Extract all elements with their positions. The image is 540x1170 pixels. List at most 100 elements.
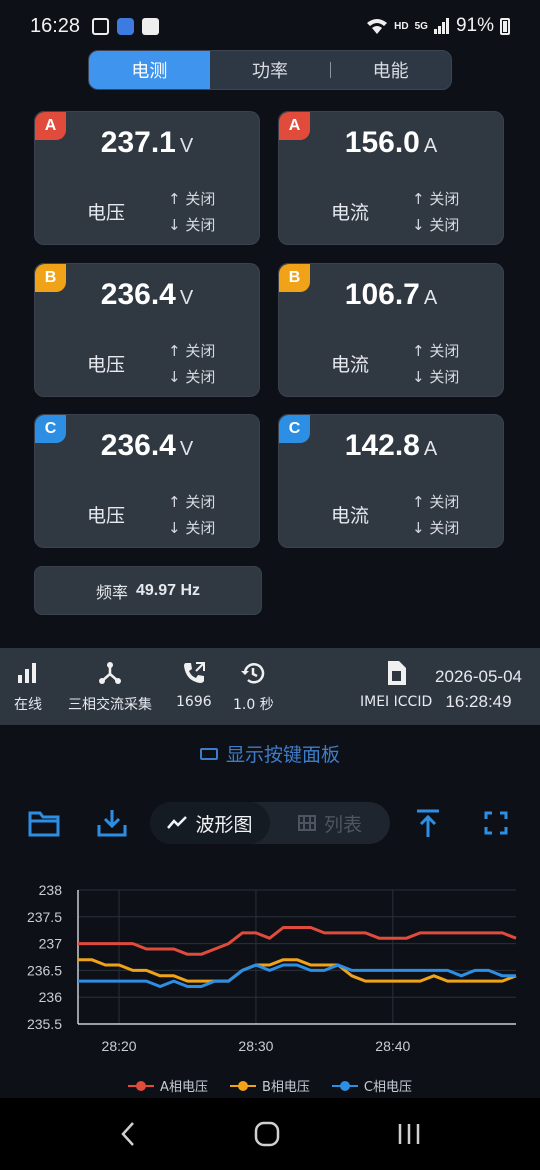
card-a-voltage[interactable]: A 237.1 V 电压 ↑ 关闭 ↓ 关闭: [34, 111, 260, 245]
card-b-voltage[interactable]: B 236.4 V 电压 ↑ 关闭 ↓ 关闭: [34, 263, 260, 397]
fullscreen-icon[interactable]: [480, 808, 512, 838]
reading-label: 电压: [87, 354, 126, 376]
voltage-line-chart[interactable]: 238 237.5 237 236.5 236 235.5 28:20 28:30 28:40: [0, 872, 540, 1062]
frequency-value: 49.97 Hz: [135, 581, 201, 599]
waveform-view-label: 波形图: [195, 813, 253, 836]
list-view-label: 列表: [323, 813, 362, 836]
reading-label: 电压: [87, 505, 126, 527]
reading-value: 156.0: [344, 126, 420, 159]
home-icon[interactable]: [253, 1120, 281, 1148]
y-tick-label: 238: [39, 882, 63, 898]
acquisition-mode[interactable]: 三相交流采集: [68, 660, 152, 714]
upper-alarm: ↑ 关闭: [412, 342, 460, 360]
reading: 237.1 V: [35, 126, 259, 160]
reading: 156.0 A: [279, 126, 503, 160]
y-tick-label: 237: [39, 936, 63, 952]
show-keypad-label: 显示按键面板: [225, 744, 340, 766]
waveform-view-button[interactable]: 波形图: [150, 802, 270, 844]
series-line-a: [78, 926, 517, 956]
signal-icon: [433, 18, 449, 34]
upper-alarm: ↑ 关闭: [168, 493, 216, 511]
reading-value: 236.4: [100, 429, 176, 462]
grid-icon: [297, 815, 316, 831]
three-phase-icon: [99, 662, 121, 684]
app-notification-icon: [117, 17, 135, 35]
upper-alarm: ↑ 关闭: [412, 493, 460, 511]
status-time: 16:28: [30, 14, 81, 37]
legend-item-a[interactable]: A相电压: [128, 1076, 208, 1095]
tab-power[interactable]: 功率: [210, 51, 331, 89]
tab-energy[interactable]: 电能: [330, 51, 451, 89]
y-tick-label: 236.5: [27, 962, 62, 978]
view-toggle: 波形图 列表: [150, 802, 390, 844]
reading-unit: A: [423, 438, 438, 460]
reading-label: 电压: [87, 202, 126, 224]
card-a-current[interactable]: A 156.0 A 电流 ↑ 关闭 ↓ 关闭: [278, 111, 504, 245]
reading: 236.4 V: [35, 278, 259, 312]
lower-alarm: ↓ 关闭: [168, 216, 216, 234]
y-tick-label: 237.5: [27, 909, 62, 925]
upper-alarm: ↑ 关闭: [168, 190, 216, 208]
legend-label: C相电压: [363, 1080, 412, 1095]
x-tick-label: 28:20: [102, 1038, 137, 1054]
reading-unit: V: [179, 287, 194, 309]
legend-marker: [128, 1080, 155, 1091]
signal-bars-icon: [18, 663, 36, 683]
lower-alarm: ↓ 关闭: [412, 216, 460, 234]
legend-marker: [229, 1080, 256, 1091]
legend-label: A相电压: [160, 1080, 208, 1095]
reading-unit: A: [423, 135, 438, 157]
card-c-current[interactable]: C 142.8 A 电流 ↑ 关闭 ↓ 关闭: [278, 414, 504, 548]
show-keypad-link[interactable]: 显示按键面板: [0, 740, 540, 767]
folder-icon[interactable]: [28, 808, 60, 838]
waveform-icon: [167, 816, 188, 829]
network-type: HD: [394, 20, 409, 32]
frequency-card[interactable]: 频率 49.97 Hz: [34, 566, 262, 615]
battery-percent: 91%: [455, 15, 494, 36]
system-nav-bar: [0, 1098, 540, 1170]
sample-interval[interactable]: 1.0 秒: [233, 660, 274, 714]
device-datetime: 2026-05-04 16:28:49: [435, 664, 522, 714]
sample-count[interactable]: 1696: [176, 660, 212, 710]
back-icon[interactable]: [118, 1120, 138, 1148]
card-b-current[interactable]: B 106.7 A 电流 ↑ 关闭 ↓ 关闭: [278, 263, 504, 397]
count-value: 1696: [176, 694, 212, 710]
upload-icon[interactable]: [412, 808, 444, 838]
lower-alarm: ↓ 关闭: [412, 519, 460, 537]
frequency-label: 频率: [95, 582, 128, 602]
imei-label: IMEI ICCID: [360, 694, 433, 710]
chart-legend: A相电压 B相电压 C相电压: [0, 1076, 540, 1095]
legend-item-c[interactable]: C相电压: [331, 1076, 412, 1095]
x-tick-label: 28:30: [238, 1038, 273, 1054]
download-icon[interactable]: [96, 808, 128, 838]
card-c-voltage[interactable]: C 236.4 V 电压 ↑ 关闭 ↓ 关闭: [34, 414, 260, 548]
reading-value: 237.1: [100, 126, 176, 159]
lower-alarm: ↓ 关闭: [168, 368, 216, 386]
status-bar: 16:28 HD 5G 91%: [0, 0, 540, 52]
upper-alarm: ↑ 关闭: [412, 190, 460, 208]
reading: 142.8 A: [279, 429, 503, 463]
reading-label: 电流: [331, 202, 370, 224]
sim-card-icon: [388, 661, 407, 685]
upper-alarm: ↑ 关闭: [168, 342, 216, 360]
reading: 236.4 V: [35, 429, 259, 463]
list-view-button[interactable]: 列表: [270, 810, 390, 837]
reading-label: 电流: [331, 505, 370, 527]
y-tick-label: 236: [39, 989, 63, 1005]
keyboard-icon: [199, 748, 218, 760]
reading-unit: V: [179, 438, 194, 460]
status-right: HD 5G 91%: [366, 15, 510, 37]
device-info-bar: 在线 三相交流采集 1696 1.0 秒 IMEI ICCID 2026-05-…: [0, 648, 540, 725]
reading-unit: V: [179, 135, 194, 157]
interval-value: 1.0 秒: [233, 697, 274, 713]
tab-electric-measure[interactable]: 电测: [89, 51, 210, 89]
mode-label: 三相交流采集: [68, 697, 152, 713]
series-line-c: [78, 963, 516, 988]
online-status[interactable]: 在线: [14, 660, 42, 714]
phone-icon: [183, 662, 205, 683]
history-icon: [241, 663, 265, 684]
recents-icon[interactable]: [396, 1121, 422, 1147]
sim-info[interactable]: IMEI ICCID: [360, 660, 432, 710]
legend-item-b[interactable]: B相电压: [229, 1076, 310, 1095]
x-tick-label: 28:40: [375, 1038, 410, 1054]
